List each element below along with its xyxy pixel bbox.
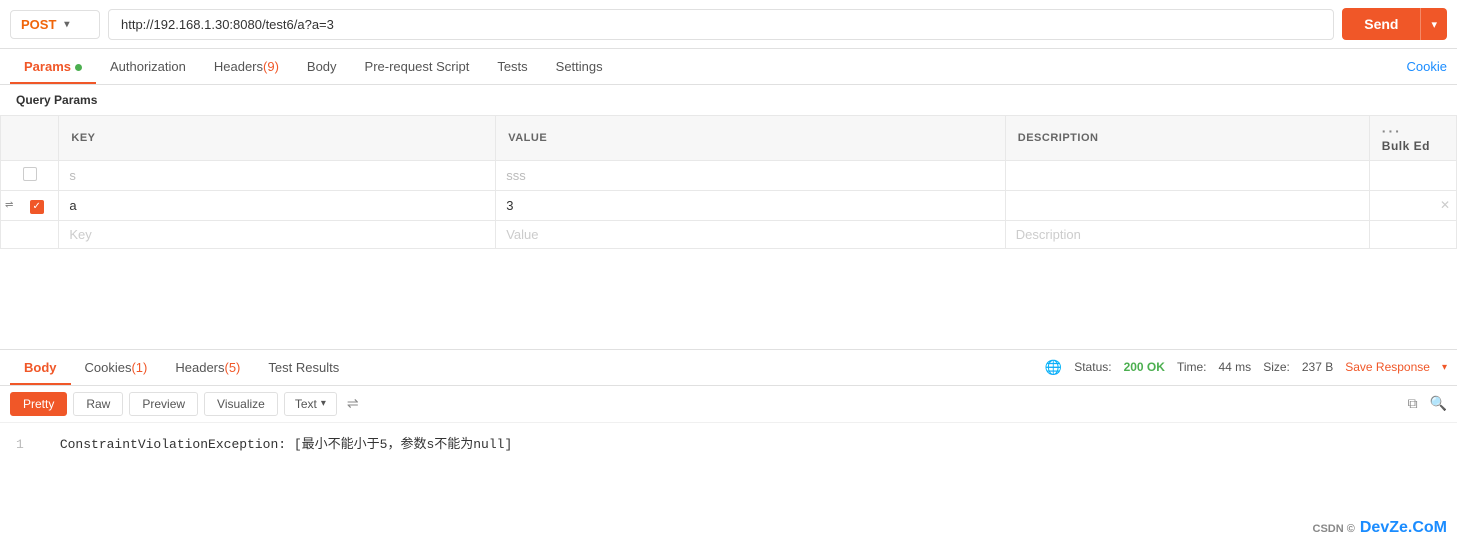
format-selector[interactable]: Text ▾ <box>284 392 337 416</box>
row2-key-cell[interactable]: a <box>59 191 496 221</box>
size-value: 237 B <box>1302 360 1333 374</box>
view-visualize-button[interactable]: Visualize <box>204 392 278 416</box>
save-response-chevron-icon[interactable]: ▾ <box>1442 362 1447 373</box>
response-tabs-bar: Body Cookies(1) Headers(5) Test Results … <box>0 350 1457 386</box>
response-line: 1 ConstraintViolationException: [最小不能小于5… <box>16 433 1441 452</box>
method-selector[interactable]: POST ▾ <box>10 10 100 39</box>
view-preview-button[interactable]: Preview <box>129 392 198 416</box>
row1-value-cell[interactable]: sss <box>496 161 1006 191</box>
view-raw-button[interactable]: Raw <box>73 392 123 416</box>
resp-tab-test-results[interactable]: Test Results <box>254 350 353 385</box>
row1-key-cell[interactable]: s <box>59 161 496 191</box>
send-btn-group: Send ▾ <box>1342 8 1447 40</box>
new-desc-cell[interactable]: Description <box>1005 220 1369 248</box>
new-key-placeholder: Key <box>69 227 91 242</box>
resp-tab-headers[interactable]: Headers(5) <box>161 350 254 385</box>
table-row: s sss <box>1 161 1457 191</box>
watermark: CSDN © DevZe.CoM <box>1313 516 1447 537</box>
time-value: 44 ms <box>1219 360 1252 374</box>
save-response-button[interactable]: Save Response <box>1345 360 1430 374</box>
method-label: POST <box>21 17 56 32</box>
wrap-icon[interactable]: ⇌ <box>347 395 359 412</box>
line-number: 1 <box>16 437 36 452</box>
globe-icon: 🌐 <box>1045 359 1062 376</box>
row1-checkbox-cell[interactable] <box>1 161 59 191</box>
new-row-actions <box>1369 220 1456 248</box>
col-key-header: KEY <box>59 116 496 161</box>
response-toolbar: Pretty Raw Preview Visualize Text ▾ ⇌ ⧉ … <box>0 386 1457 423</box>
row1-actions-cell <box>1369 161 1456 191</box>
response-section: Body Cookies(1) Headers(5) Test Results … <box>0 350 1457 462</box>
method-chevron-icon: ▾ <box>64 19 69 30</box>
col-actions-header: ··· Bulk Ed <box>1369 116 1456 161</box>
row1-desc-cell[interactable] <box>1005 161 1369 191</box>
row2-checkbox[interactable]: ✓ <box>30 200 44 214</box>
params-table: KEY VALUE DESCRIPTION ··· Bulk Ed s sss <box>0 115 1457 249</box>
query-params-label: Query Params <box>0 85 1457 115</box>
copy-icon[interactable]: ⧉ <box>1408 395 1418 412</box>
devze-label: DevZe.CoM <box>1360 519 1447 536</box>
bulk-edit-button[interactable]: Bulk Ed <box>1382 139 1430 153</box>
new-value-placeholder: Value <box>506 227 538 242</box>
url-input[interactable] <box>108 9 1334 40</box>
resp-tab-cookies[interactable]: Cookies(1) <box>71 350 162 385</box>
tab-pre-request-script[interactable]: Pre-request Script <box>351 49 484 84</box>
size-label: Size: <box>1263 360 1290 374</box>
col-value-header: VALUE <box>496 116 1006 161</box>
send-button[interactable]: Send <box>1342 8 1420 40</box>
top-bar: POST ▾ Send ▾ <box>0 0 1457 49</box>
response-status-info: 🌐 Status: 200 OK Time: 44 ms Size: 237 B… <box>1045 359 1447 376</box>
spacer <box>0 249 1457 349</box>
row1-checkbox[interactable] <box>23 167 37 181</box>
response-body: 1 ConstraintViolationException: [最小不能小于5… <box>0 423 1457 462</box>
tab-body[interactable]: Body <box>293 49 351 84</box>
row2-checkbox-cell[interactable]: ⇌ ✓ <box>1 191 59 221</box>
status-value: 200 OK <box>1124 360 1165 374</box>
time-label: Time: <box>1177 360 1207 374</box>
new-desc-placeholder: Description <box>1016 227 1081 242</box>
format-chevron-icon: ▾ <box>321 398 326 409</box>
send-dropdown-button[interactable]: ▾ <box>1420 8 1447 40</box>
tab-params[interactable]: Params <box>10 49 96 84</box>
tab-tests[interactable]: Tests <box>483 49 541 84</box>
filter-icon[interactable]: ⇌ <box>5 200 13 211</box>
request-tabs-bar: Params Authorization Headers(9) Body Pre… <box>0 49 1457 85</box>
new-value-cell[interactable]: Value <box>496 220 1006 248</box>
row2-desc-cell[interactable] <box>1005 191 1369 221</box>
search-icon[interactable]: 🔍 <box>1430 395 1447 412</box>
tab-authorization[interactable]: Authorization <box>96 49 200 84</box>
new-param-row: Key Value Description <box>1 220 1457 248</box>
col-check-header <box>1 116 59 161</box>
new-row-check <box>1 220 59 248</box>
tab-settings[interactable]: Settings <box>542 49 617 84</box>
resp-tab-body[interactable]: Body <box>10 350 71 385</box>
response-text: ConstraintViolationException: [最小不能小于5，参… <box>60 437 512 452</box>
col-desc-header: DESCRIPTION <box>1005 116 1369 161</box>
view-pretty-button[interactable]: Pretty <box>10 392 67 416</box>
row2-value-cell[interactable]: 3 <box>496 191 1006 221</box>
tab-headers[interactable]: Headers(9) <box>200 49 293 84</box>
status-label: Status: <box>1074 360 1111 374</box>
row2-actions-cell[interactable]: ✕ <box>1369 191 1456 221</box>
cookie-button[interactable]: Cookie <box>1407 59 1447 74</box>
format-label: Text <box>295 397 317 411</box>
table-row: ⇌ ✓ a 3 ✕ <box>1 191 1457 221</box>
csdn-label: CSDN © <box>1313 523 1355 535</box>
bulk-edit-icon[interactable]: ··· <box>1382 123 1402 139</box>
new-key-cell[interactable]: Key <box>59 220 496 248</box>
params-dot <box>75 64 82 71</box>
